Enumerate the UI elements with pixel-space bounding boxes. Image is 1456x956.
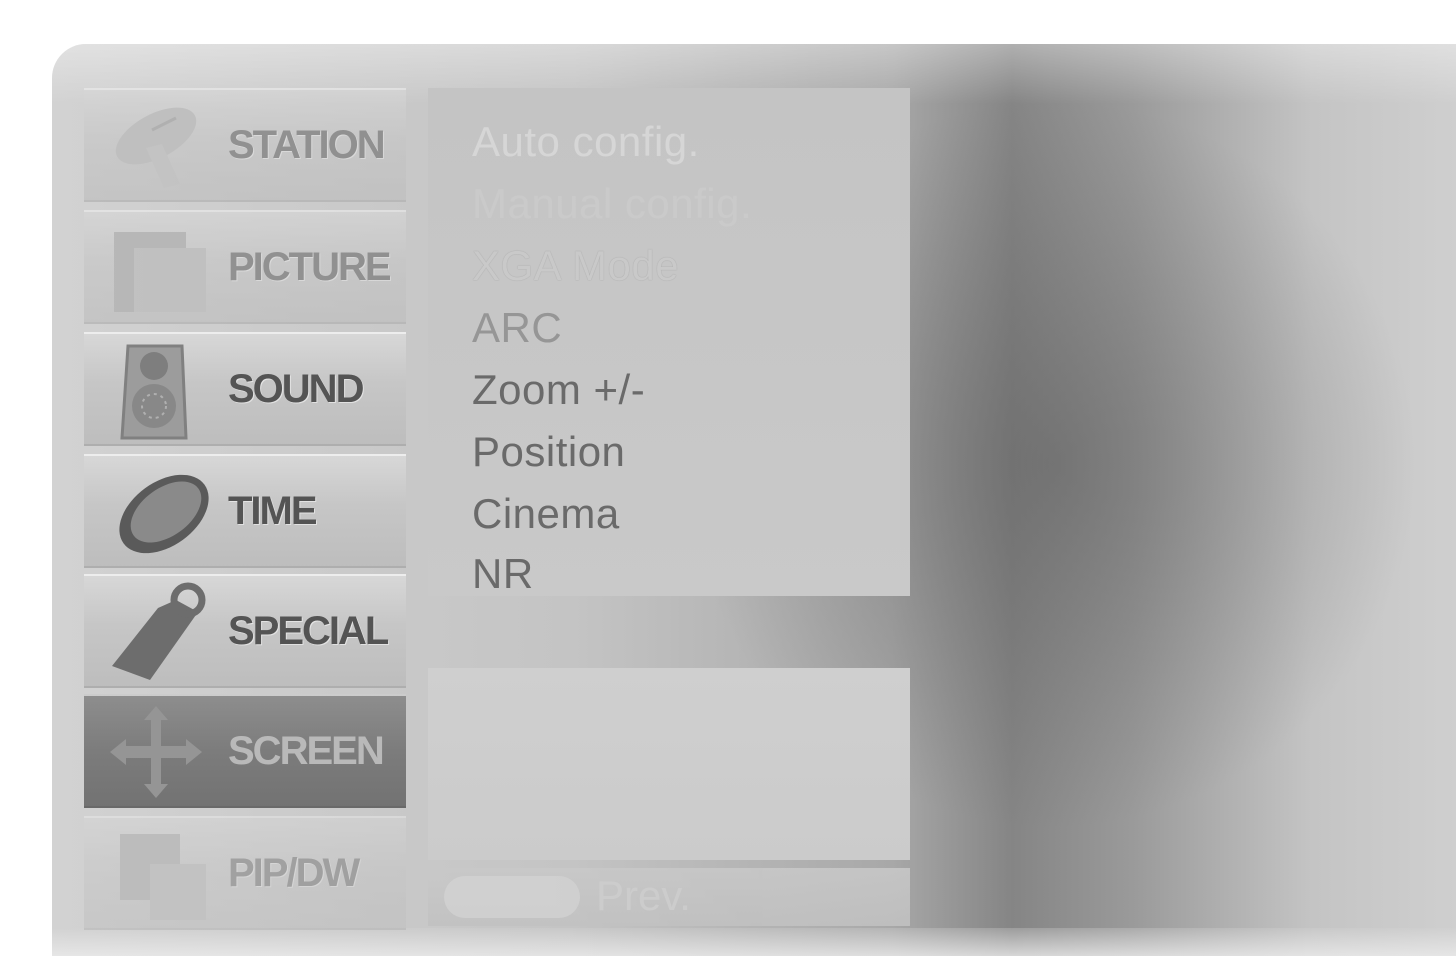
menu-item-label: SCREEN bbox=[228, 728, 385, 773]
submenu-item-xga-mode[interactable]: XGA Mode bbox=[472, 242, 679, 290]
info-panel bbox=[428, 668, 910, 860]
clock-icon bbox=[119, 474, 209, 554]
menu-item-label: TIME bbox=[228, 488, 318, 533]
menu-item-time[interactable]: TIME bbox=[84, 454, 406, 568]
menu-item-station[interactable]: STATION bbox=[84, 88, 406, 202]
pip-window-icon bbox=[120, 834, 206, 920]
submenu-item-manual-config[interactable]: Manual config. bbox=[472, 180, 752, 228]
move-arrows-icon bbox=[110, 706, 202, 798]
speaker-icon bbox=[120, 344, 188, 440]
menu-item-label: PIP/DW bbox=[228, 850, 360, 895]
menu-item-label: SOUND bbox=[228, 366, 364, 411]
osd-bottom-sheen bbox=[52, 928, 1456, 956]
footer-bar: Prev. bbox=[428, 868, 910, 926]
menu-item-picture[interactable]: PICTURE bbox=[84, 210, 406, 324]
screen-submenu-panel: Auto config. Manual config. XGA Mode ARC… bbox=[428, 88, 910, 598]
submenu-item-nr[interactable]: NR bbox=[472, 550, 534, 598]
menu-item-pip-dw[interactable]: PIP/DW bbox=[84, 816, 406, 930]
menu-item-sound[interactable]: SOUND bbox=[84, 332, 406, 446]
submenu-item-cinema[interactable]: Cinema bbox=[472, 490, 620, 538]
submenu-item-auto-config[interactable]: Auto config. bbox=[472, 118, 700, 166]
submenu-item-arc[interactable]: ARC bbox=[472, 304, 562, 352]
monitor-icon bbox=[114, 232, 206, 312]
prev-button[interactable] bbox=[444, 876, 580, 918]
menu-item-screen[interactable]: SCREEN bbox=[84, 694, 406, 808]
submenu-item-zoom[interactable]: Zoom +/- bbox=[472, 366, 645, 414]
tag-icon bbox=[112, 582, 206, 680]
menu-item-label: PICTURE bbox=[228, 244, 392, 289]
submenu-item-position[interactable]: Position bbox=[472, 428, 625, 476]
prev-label: Prev. bbox=[596, 872, 691, 919]
satellite-dish-icon bbox=[115, 107, 197, 188]
menu-item-special[interactable]: SPECIAL bbox=[84, 574, 406, 688]
menu-item-label: SPECIAL bbox=[228, 608, 389, 653]
menu-item-label: STATION bbox=[228, 122, 386, 167]
